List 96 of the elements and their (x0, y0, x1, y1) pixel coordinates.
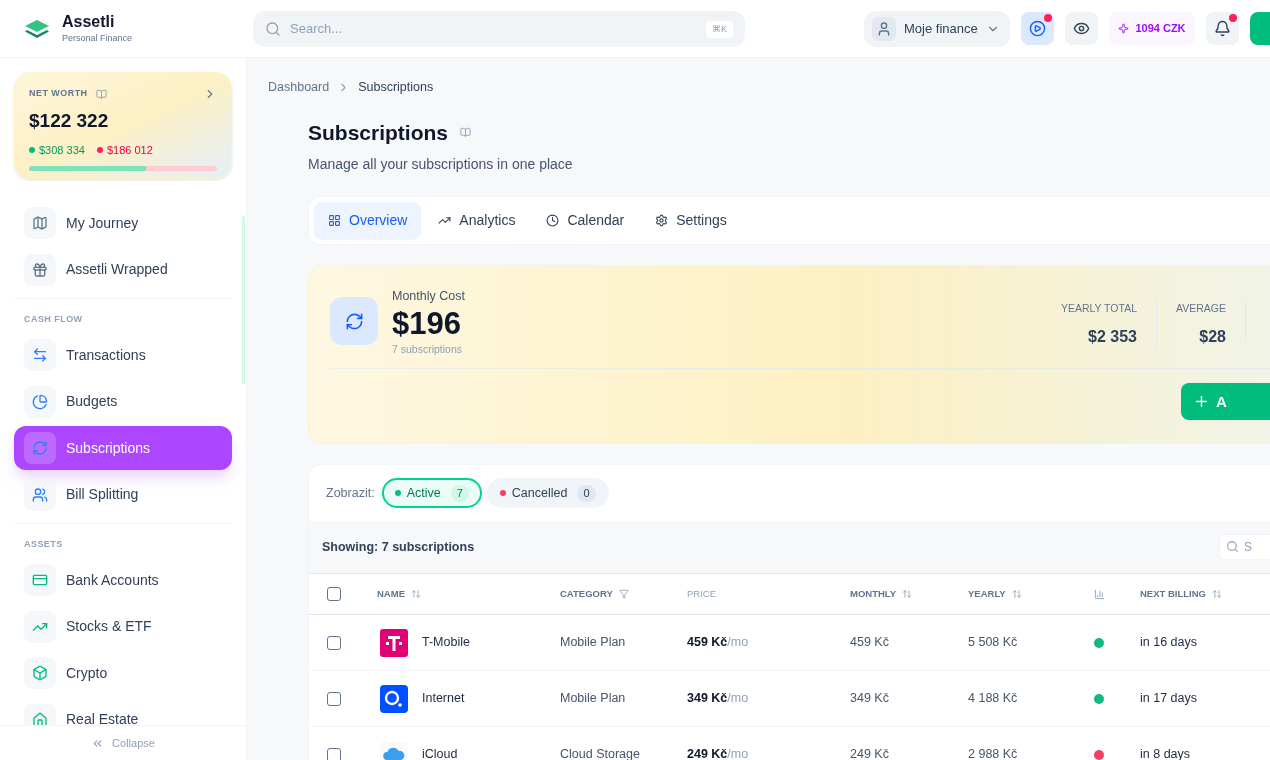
book-icon (460, 127, 472, 138)
subscription-name: Internet (422, 690, 465, 708)
table-cell: in 17 days (1140, 691, 1197, 706)
page-subtitle: Manage all your subscriptions in one place (308, 155, 574, 175)
brand-tagline: Personal Finance (62, 34, 133, 43)
stat-value: $2 353 (1088, 327, 1137, 347)
summary-value: $196 (392, 306, 462, 342)
page-title: Subscriptions (308, 119, 449, 146)
column-header[interactable]: YEARLY (968, 587, 1006, 602)
avatar-icon (872, 16, 896, 41)
net-worth-card[interactable]: NET WORTH $122 322 $308 334 $186 012 (14, 72, 232, 179)
table-cell: 349 Kč (850, 691, 889, 706)
stat-label: YEARLY TOTAL (1060, 301, 1137, 317)
net-worth-value: $122 322 (29, 109, 110, 133)
tab[interactable]: Calendar (532, 201, 639, 240)
table-cell-text: Mobile Plan (560, 634, 627, 652)
tab[interactable]: Settings (641, 201, 741, 240)
nav-item[interactable]: Transactions (14, 333, 232, 377)
cube-icon (32, 665, 48, 681)
column-header[interactable]: NEXT BILLING (1140, 587, 1206, 602)
house-icon (32, 711, 48, 725)
people-icon (32, 486, 48, 503)
arrows-icon (32, 347, 48, 363)
row-checkbox[interactable] (327, 635, 341, 650)
price-cell: 249 Kč/mo (687, 747, 749, 760)
price-cell: 349 Kč/mo (687, 691, 749, 706)
layers-logo (24, 18, 50, 39)
filter-label: Zobrazit: (326, 484, 375, 502)
eye-icon (1073, 20, 1090, 37)
section-heading: ASSETS (23, 537, 64, 551)
nav-item[interactable]: Real Estate (14, 697, 232, 725)
filter-chip[interactable]: Active 7 (381, 478, 482, 509)
play-button[interactable] (1021, 12, 1054, 45)
pie-chart-icon (32, 393, 48, 410)
nav-item[interactable]: My Journey (14, 201, 232, 245)
section-heading: CASH FLOW (23, 312, 84, 326)
chip-count: 7 (450, 485, 469, 502)
column-header[interactable]: MONTHLY (850, 587, 897, 602)
action-button[interactable] (1250, 12, 1270, 45)
column-header[interactable]: NAME (377, 587, 405, 602)
row-checkbox[interactable] (327, 747, 341, 760)
table-cell: 5 508 Kč (968, 635, 1018, 650)
visibility-button[interactable] (1065, 12, 1098, 45)
table-cell: 459 Kč (850, 635, 889, 650)
table-cell: 4 188 Kč (968, 691, 1018, 706)
tab[interactable]: Analytics (424, 201, 530, 240)
table-cell: in 16 days (1140, 635, 1197, 650)
table-cell: 249 Kč (850, 747, 889, 760)
card-icon (32, 572, 48, 588)
subscription-name: iCloud (422, 746, 458, 760)
results-count: Showing: 7 subscriptions (322, 538, 475, 556)
subscription-name: T-Mobile (422, 634, 470, 652)
select-all-checkbox[interactable] (327, 587, 341, 602)
nav-item[interactable]: Budgets (14, 379, 232, 424)
column-header: PRICE (687, 587, 717, 602)
chip-count: 0 (577, 485, 596, 502)
assets-value: $308 334 (39, 142, 85, 158)
refresh-badge-icon (330, 297, 378, 346)
price-cell: 459 Kč/mo (687, 635, 749, 650)
search-icon (1226, 540, 1240, 554)
map-icon (32, 215, 48, 231)
net-worth-label: NET WORTH (29, 87, 88, 101)
sparkle-icon (1118, 23, 1130, 34)
notifications-button[interactable] (1206, 12, 1239, 45)
book-icon (95, 88, 107, 100)
breadcrumb-current: Subscriptions (358, 79, 434, 96)
row-checkbox[interactable] (327, 691, 341, 706)
search-icon (265, 20, 282, 37)
nav-item[interactable]: Bank Accounts (14, 558, 232, 602)
gift-icon (32, 261, 48, 278)
table-cell-text: Mobile Plan (560, 690, 627, 708)
column-header[interactable]: CATEGORY (560, 587, 613, 602)
nav-item[interactable]: Crypto (14, 651, 232, 695)
refresh-icon (32, 440, 48, 456)
nav-item[interactable]: Subscriptions (14, 426, 232, 470)
liabilities-value: $186 012 (106, 142, 153, 158)
stat-label: AVERAGE (1176, 301, 1226, 317)
summary-label: Monthly Cost (392, 288, 465, 306)
play-icon (1029, 20, 1046, 37)
nav-item[interactable]: Stocks & ETF (14, 604, 232, 649)
clock-icon (546, 214, 560, 228)
stat-value: $28 (1199, 327, 1226, 347)
tab[interactable]: Overview (314, 201, 422, 240)
filter-chip[interactable]: Cancelled 0 (486, 478, 609, 509)
profile-switcher[interactable]: Moje finance (864, 10, 1010, 47)
summary-count: 7 subscriptions (392, 342, 464, 357)
settings-icon (655, 214, 669, 228)
bell-icon (1214, 20, 1231, 37)
breadcrumb-link[interactable]: Dashboard (268, 78, 330, 97)
brand-name: Assetli (62, 14, 116, 30)
table-cell: 2 988 Kč (968, 747, 1018, 760)
nav-item[interactable]: Bill Splitting (14, 472, 232, 517)
table-search-field[interactable]: S (1219, 534, 1270, 561)
nav-item[interactable]: Assetli Wrapped (14, 247, 232, 292)
grid-icon (328, 214, 341, 228)
credits-button[interactable]: 1094 CZK (1109, 12, 1195, 45)
